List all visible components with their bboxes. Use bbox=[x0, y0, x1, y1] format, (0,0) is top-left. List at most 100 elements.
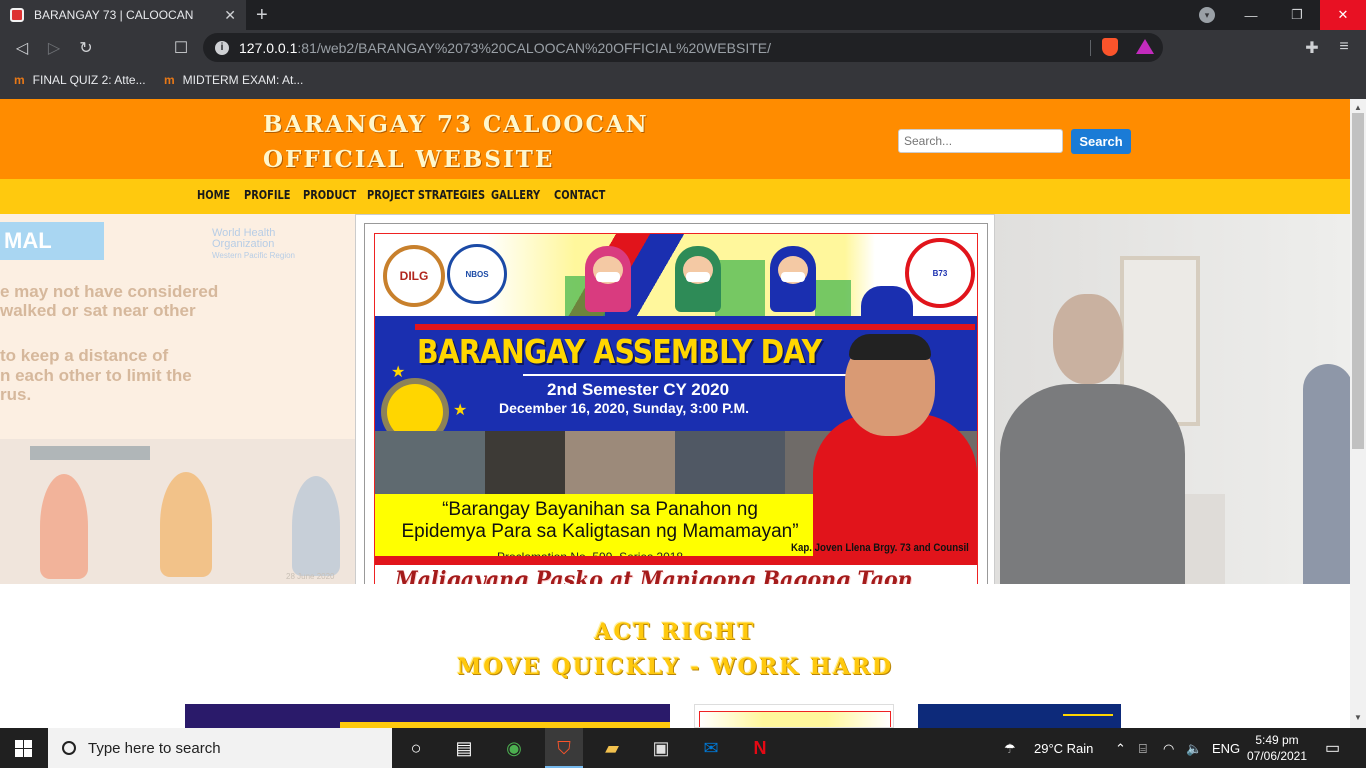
bookmark-item[interactable]: m FINAL QUIZ 2: Atte... bbox=[14, 73, 146, 87]
poster-semester: 2nd Semester CY 2020 bbox=[547, 380, 730, 399]
who-line3: Western Pacific Region bbox=[212, 251, 295, 260]
poster-slogan: “Barangay Bayanihan sa Panahon ng Epidem… bbox=[395, 499, 805, 543]
tab-close-icon[interactable]: ✕ bbox=[224, 7, 236, 24]
site-info-icon[interactable]: i bbox=[215, 40, 229, 55]
street-photo bbox=[375, 431, 485, 494]
poster-artwork: DILG NBOS B73 ★ ★ ★ BARANGAY ASSEMBLY DA bbox=[374, 233, 978, 584]
poster-divider bbox=[523, 374, 853, 376]
star-icon: ★ bbox=[453, 402, 468, 419]
browser-tab-active[interactable]: BARANGAY 73 | CALOOCAN ✕ bbox=[0, 0, 246, 30]
dilg-seal-icon: DILG bbox=[383, 245, 445, 307]
assembly-poster: DILG NBOS B73 ★ ★ ★ BARANGAY ASSEMBLY DA bbox=[364, 223, 988, 584]
masked-child-illustration bbox=[675, 246, 721, 312]
network-device-icon[interactable]: ⌸ bbox=[1139, 741, 1147, 757]
taskbar-clock[interactable]: 5:49 pm 07/06/2021 bbox=[1246, 732, 1308, 764]
netflix-icon[interactable]: N bbox=[748, 736, 772, 760]
scrollbar-thumb[interactable] bbox=[1352, 113, 1364, 449]
poster-schedule: December 16, 2020, Sunday, 3:00 P.M. bbox=[499, 400, 750, 416]
mail-icon[interactable]: ✉ bbox=[699, 736, 723, 760]
windows-start-icon[interactable] bbox=[15, 740, 32, 757]
tab-title: BARANGAY 73 | CALOOCAN bbox=[34, 8, 194, 22]
minimize-icon[interactable]: — bbox=[1228, 0, 1274, 30]
nav-product[interactable]: PRODUCT bbox=[303, 188, 356, 202]
nav-profile[interactable]: PROFILE bbox=[244, 188, 291, 202]
language-indicator[interactable]: ENG bbox=[1212, 741, 1240, 756]
site-title: BARANGAY 73 CALOOCAN OFFICIAL WEBSITE bbox=[263, 107, 649, 177]
person-illustration bbox=[40, 474, 88, 579]
chief-portrait bbox=[861, 286, 913, 316]
slide-text-line: e may not have considered bbox=[0, 282, 219, 301]
scroll-down-icon[interactable]: ▼ bbox=[1354, 713, 1362, 722]
site-nav: HOME PROFILE PRODUCT PROJECT STRATEGIES … bbox=[0, 179, 1350, 214]
task-view-icon[interactable]: ▤ bbox=[452, 736, 476, 760]
gallery-thumbnail[interactable] bbox=[694, 704, 894, 728]
address-bar[interactable]: i 127.0.0.1:81/web2/BARANGAY%2073%20CALO… bbox=[203, 33, 1163, 62]
file-explorer-icon[interactable]: ▰ bbox=[600, 736, 624, 760]
site-search-button[interactable]: Search bbox=[1071, 129, 1131, 154]
slogan-line2: Epidemya Para sa Kaligtasan ng Mamamayan… bbox=[401, 521, 799, 542]
poster-headline: BARANGAY ASSEMBLY DAY bbox=[417, 332, 822, 371]
page-scrollbar[interactable]: ▲ ▼ bbox=[1350, 99, 1366, 728]
back-icon[interactable]: ◁ bbox=[12, 38, 32, 58]
windows-taskbar: Type here to search ○ ▤ ◉ ⛉ ▰ ▣ ✉ N ☂ 29… bbox=[0, 728, 1366, 768]
hero-carousel: MAL World Health Organization Western Pa… bbox=[0, 214, 1350, 584]
city-illustration bbox=[715, 260, 765, 316]
profile-menu-icon[interactable]: ▾ bbox=[1199, 7, 1215, 23]
site-title-line1: BARANGAY 73 CALOOCAN bbox=[263, 111, 649, 138]
nav-contact[interactable]: CONTACT bbox=[554, 188, 605, 202]
reload-icon[interactable]: ↻ bbox=[76, 38, 96, 58]
official-photo-body bbox=[1000, 384, 1185, 584]
new-tab-icon[interactable]: + bbox=[256, 4, 268, 27]
brave-icon[interactable]: ⛉ bbox=[552, 736, 576, 760]
brave-shields-icon[interactable] bbox=[1102, 38, 1118, 56]
who-logo: World Health Organization Western Pacifi… bbox=[212, 228, 295, 261]
taskbar-search[interactable]: Type here to search bbox=[48, 728, 392, 768]
who-line2: Organization bbox=[212, 238, 275, 250]
slide-heading: MAL bbox=[0, 222, 104, 260]
nav-project-strategies[interactable]: PROJECT STRATEGIES bbox=[367, 188, 485, 202]
scroll-up-icon[interactable]: ▲ bbox=[1354, 103, 1362, 112]
chrome-icon[interactable]: ◉ bbox=[502, 736, 526, 760]
hero-next-slide[interactable] bbox=[995, 214, 1350, 584]
browser-tab-strip: BARANGAY 73 | CALOOCAN ✕ + ▾ — ❐ ✕ bbox=[0, 0, 1366, 30]
tray-overflow-icon[interactable]: ⌃ bbox=[1115, 741, 1126, 757]
weather-text[interactable]: 29°C Rain bbox=[1034, 741, 1093, 756]
extensions-icon[interactable]: ✚ bbox=[1302, 38, 1322, 58]
volume-icon[interactable]: 🔈 bbox=[1186, 741, 1202, 757]
hero-prev-slide[interactable]: MAL World Health Organization Western Pa… bbox=[0, 214, 355, 584]
city-illustration bbox=[815, 280, 851, 316]
poster-top-band: DILG NBOS B73 bbox=[375, 234, 977, 316]
restore-icon[interactable]: ❐ bbox=[1274, 0, 1320, 30]
browser-toolbar: ◁ ▷ ↻ ☐ i 127.0.0.1:81/web2/BARANGAY%207… bbox=[0, 30, 1366, 66]
bookmark-item[interactable]: m MIDTERM EXAM: At... bbox=[164, 73, 303, 87]
nav-gallery[interactable]: GALLERY bbox=[491, 188, 540, 202]
slide-text-line: rus. bbox=[0, 385, 32, 404]
gallery-thumbnail[interactable] bbox=[185, 704, 670, 728]
staff-photo bbox=[1303, 364, 1350, 584]
poster-captain-caption: Kap. Joven Llena Brgy. 73 and Counsil bbox=[791, 542, 969, 554]
menu-icon[interactable]: ≡ bbox=[1334, 38, 1354, 56]
gallery-thumbnail[interactable] bbox=[918, 704, 1121, 728]
site-title-line2: OFFICIAL WEBSITE bbox=[263, 146, 555, 173]
slogan-line1: “Barangay Bayanihan sa Panahon ng bbox=[442, 499, 758, 520]
brave-rewards-icon[interactable] bbox=[1136, 39, 1154, 54]
site-search-input[interactable] bbox=[898, 129, 1063, 153]
wifi-icon[interactable]: ◠ bbox=[1163, 741, 1174, 757]
store-icon[interactable]: ▣ bbox=[649, 736, 673, 760]
notifications-icon[interactable]: ▭ bbox=[1325, 738, 1340, 758]
poster-red-bar bbox=[415, 324, 975, 330]
window-close-icon[interactable]: ✕ bbox=[1320, 0, 1366, 30]
slide-text-line: to keep a distance of bbox=[0, 346, 169, 365]
bookmark-icon[interactable]: ☐ bbox=[171, 38, 191, 58]
street-photo bbox=[485, 431, 565, 494]
web-page: BARANGAY 73 CALOOCAN OFFICIAL WEBSITE Se… bbox=[0, 99, 1350, 728]
cortana-icon[interactable]: ○ bbox=[404, 736, 428, 760]
forward-icon[interactable]: ▷ bbox=[44, 38, 64, 58]
nav-home[interactable]: HOME bbox=[197, 188, 230, 202]
market-stall-illustration bbox=[30, 446, 150, 460]
site-favicon-icon bbox=[10, 8, 24, 22]
slide-text-line: n each other to limit the bbox=[0, 366, 192, 385]
hero-active-slide[interactable]: DILG NBOS B73 ★ ★ ★ BARANGAY ASSEMBLY DA bbox=[355, 214, 995, 584]
group-photo bbox=[565, 431, 675, 494]
weather-icon[interactable]: ☂ bbox=[1004, 741, 1016, 757]
